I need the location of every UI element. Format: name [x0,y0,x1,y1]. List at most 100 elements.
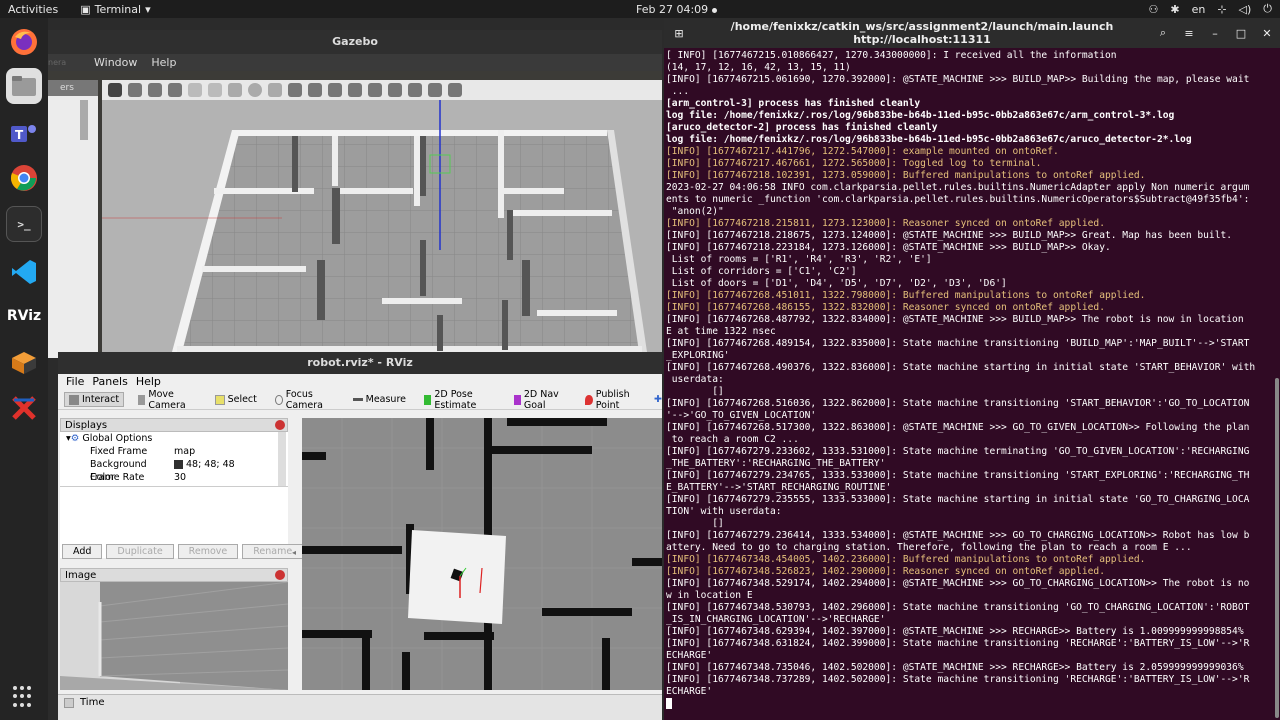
layers-tab[interactable]: ers [48,80,98,96]
snap-icon[interactable] [408,83,422,97]
terminal-output[interactable]: [ INFO] [1677467215.010866427, 1270.3430… [666,50,1274,720]
terminal-line: [INFO] [1677467218.223184, 1273.126000]:… [666,242,1111,253]
terminal-line: [] [666,386,724,397]
nav-goal-tool[interactable]: 2D Nav Goal [510,388,572,412]
terminal-icon[interactable]: >_ [6,206,42,242]
add-tool-icon[interactable]: ✚ [654,394,662,405]
minimize-icon[interactable]: – [1202,27,1228,40]
terminal-line: (14, 17, 12, 16, 42, 13, 15, 11) [666,62,851,73]
terminal-scrollbar[interactable] [1275,378,1279,718]
files-icon[interactable] [6,68,42,104]
interact-tool[interactable]: Interact [64,392,125,407]
dir-light-icon[interactable] [328,83,342,97]
select-arrow-icon[interactable] [108,83,122,97]
screenshot-icon[interactable] [448,83,462,97]
system-tray[interactable]: ⚇ ✱ en ⊹ ◁) ⏻ [1148,2,1272,16]
menu-panels[interactable]: Panels [92,374,127,390]
displays-scrollbar[interactable] [278,432,286,486]
green-arrow-icon [424,394,432,405]
scale-icon[interactable] [168,83,182,97]
move-camera-tool[interactable]: Move Camera [134,388,201,412]
displays-header: Displays [60,418,288,432]
xmind-icon[interactable] [6,390,42,426]
terminal-line: [INFO] [1677467217.467661, 1272.565000]:… [666,158,1042,169]
box-icon[interactable] [228,83,242,97]
clock[interactable]: Feb 27 04:09 [636,3,718,16]
hamburger-menu-icon[interactable]: ≡ [1176,27,1202,40]
teams-tray-icon[interactable]: ⚇ [1148,3,1158,16]
expand-icon[interactable]: ▾ [60,432,71,445]
color-swatch[interactable] [174,460,183,469]
undo-icon[interactable] [188,83,202,97]
pose-estimate-tool[interactable]: 2D Pose Estimate [420,388,500,412]
terminal-line: to reach a room C2 ... [666,434,799,445]
app-menu[interactable]: ▣ Terminal ▾ [80,3,150,16]
close-icon[interactable]: ✕ [1254,27,1280,40]
sphere-icon[interactable] [248,83,262,97]
terminal-line: [INFO] [1677467268.451011, 1322.798000]:… [666,290,1146,301]
prop-frame-rate[interactable]: Frame Rate 30 [60,471,288,484]
terminal-line: log file: /home/fenixkz/.ros/log/96b833b… [666,110,1175,121]
duplicate-button[interactable]: Duplicate [106,544,174,559]
sun-icon[interactable] [288,83,302,97]
menu-help[interactable]: Help [151,54,176,71]
menu-window[interactable]: Window [94,54,137,71]
remove-button[interactable]: Remove [177,544,239,559]
chrome-icon[interactable] [6,160,42,196]
rviz-3d-view[interactable] [302,418,662,690]
close-icon[interactable] [275,420,285,430]
translate-icon[interactable] [128,83,142,97]
firefox-icon[interactable] [6,24,42,60]
select-tool[interactable]: Select [211,393,261,406]
copy-icon[interactable] [348,83,362,97]
vscode-icon[interactable] [6,254,42,290]
language-indicator[interactable]: en [1192,3,1206,16]
terminal-line: userdata: [666,374,724,385]
panel-scroll[interactable] [80,100,88,140]
change-view-icon[interactable] [428,83,442,97]
volume-icon[interactable]: ◁) [1239,3,1252,16]
rotate-icon[interactable] [148,83,162,97]
ruler-icon [352,398,363,401]
gazebo-icon[interactable] [6,344,42,380]
focus-camera-tool[interactable]: Focus Camera [271,388,339,412]
network-icon[interactable]: ⊹ [1217,3,1226,16]
floor [177,130,642,352]
terminal-header: ⊞ /home/fenixkz/catkin_ws/src/assignment… [664,18,1280,48]
terminal-line: [INFO] [1677467348.735046, 1402.502000]:… [666,662,1244,673]
terminal-line: ECHARGE' [666,650,713,661]
align-icon[interactable] [388,83,402,97]
cylinder-icon[interactable] [268,83,282,97]
terminal-line: [INFO] [1677467348.529174, 1402.294000]:… [666,578,1250,589]
gazebo-3d-view[interactable] [102,100,662,358]
collapse-arrow-icon[interactable]: ◂ [292,548,296,557]
menu-file[interactable]: File [66,374,84,390]
terminal-line: [INFO] [1677467348.454005, 1402.236000]:… [666,554,1146,565]
search-icon[interactable]: ⌕ [1150,26,1176,40]
prop-fixed-frame[interactable]: Fixed Frame map [60,445,288,458]
teams-icon[interactable]: T [6,116,42,152]
maximize-icon[interactable]: □ [1228,27,1254,40]
redo-icon[interactable] [208,83,222,97]
publish-point-tool[interactable]: Publish Point [581,388,644,412]
global-options-row[interactable]: ▾ ⚙ Global Options [60,432,288,445]
terminal-line: '-->'GO_TO_GIVEN_LOCATION' [666,410,817,421]
activities-button[interactable]: Activities [8,3,58,16]
terminal-line: ents to numeric _function 'com.clarkpars… [666,194,1250,205]
measure-tool[interactable]: Measure [349,393,410,406]
add-button[interactable]: Add [62,544,103,559]
new-tab-icon[interactable]: ⊞ [664,27,694,40]
camera-image [60,581,289,690]
paste-icon[interactable] [368,83,382,97]
spot-light-icon[interactable] [308,83,322,97]
camera-move-icon [138,394,146,405]
prop-background-color[interactable]: Background Color 48; 48; 48 [60,458,288,483]
terminal-line: 2023-02-27 04:06:58 INFO com.clarkparsia… [666,182,1250,193]
cursor-icon [69,394,79,405]
rviz-icon[interactable]: RViz [6,298,42,334]
bluetooth-icon[interactable]: ✱ [1170,3,1179,16]
close-icon[interactable] [275,570,285,580]
power-icon[interactable]: ⏻ [1263,2,1272,16]
terminal-line: [INFO] [1677467268.486155, 1322.832000]:… [666,302,1105,313]
show-apps-icon[interactable] [13,686,35,708]
